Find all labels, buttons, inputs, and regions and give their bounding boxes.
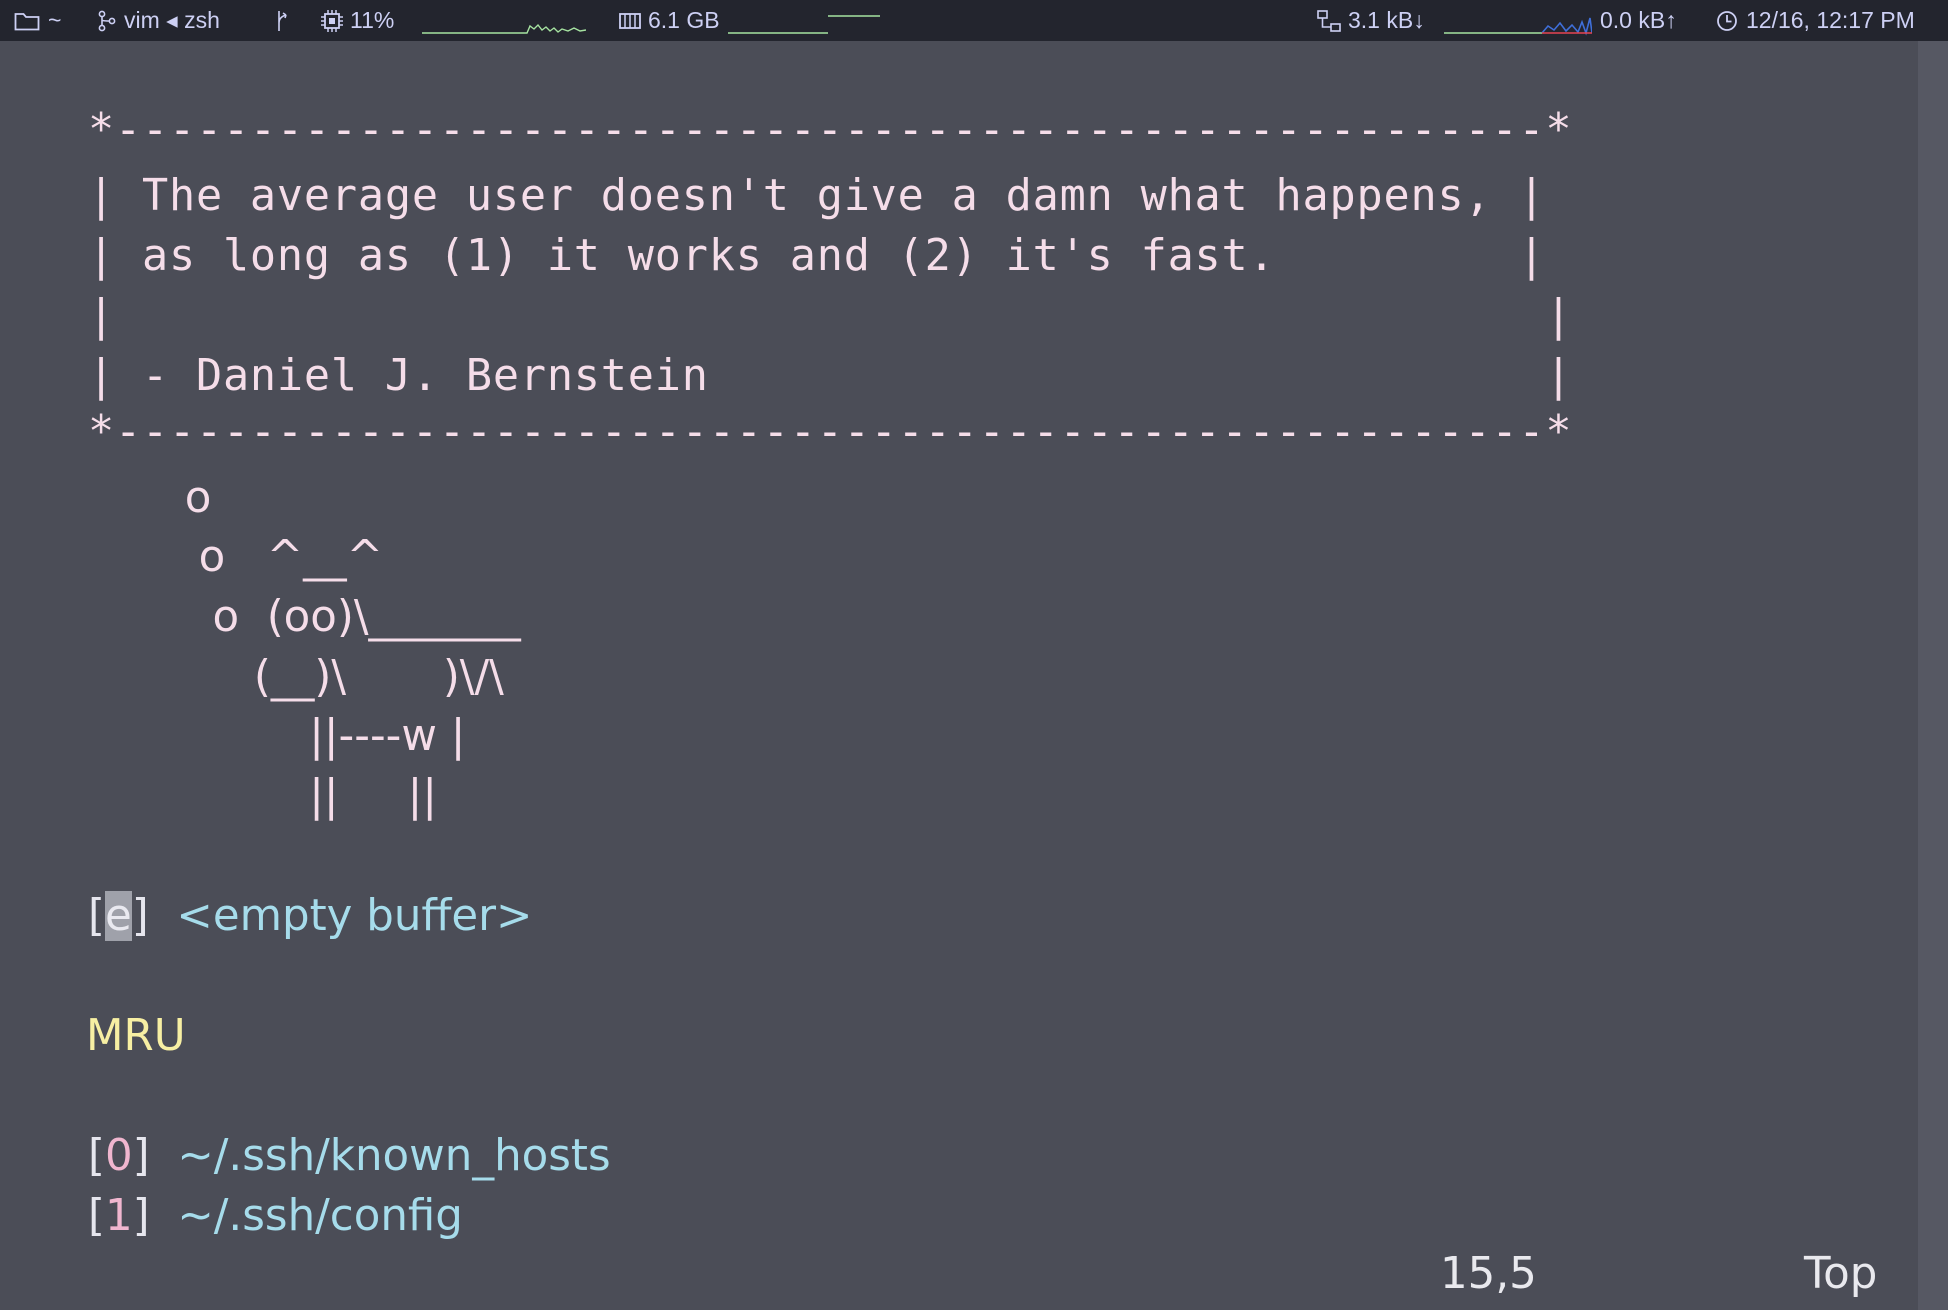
cpu-chip-icon	[320, 9, 344, 33]
cow-art-line: o ^__^	[88, 532, 384, 582]
status-bar: ~ vim ◂ zsh 11% 6.1 GB 3.1 kB↓ 0.0 kB↑ 1…	[0, 0, 1948, 41]
cow-art-line: || ||	[88, 771, 437, 821]
mru-dir: ~/.ssh/	[177, 1191, 330, 1241]
cwd-segment[interactable]: ~	[14, 0, 61, 41]
cpu-segment[interactable]: 11%	[320, 0, 394, 41]
folder-icon	[14, 11, 40, 31]
bracket: ]	[132, 1131, 150, 1181]
fortune-border-bottom: *---------------------------------------…	[88, 407, 1573, 457]
fortune-attribution: | - Daniel J. Bernstein |	[88, 351, 1573, 401]
cow-art-line: ||----w |	[88, 711, 466, 761]
network-up-segment[interactable]: 0.0 kB↑	[1600, 0, 1677, 41]
bracket: ]	[132, 1191, 150, 1241]
scroll-position: Top	[1804, 1249, 1878, 1299]
mru-dir: ~/.ssh/	[177, 1131, 330, 1181]
network-down-segment[interactable]: 3.1 kB↓	[1316, 0, 1425, 41]
fortune-border-top: *---------------------------------------…	[88, 105, 1573, 155]
cow-art-line: o	[88, 473, 212, 523]
bracket: ]	[131, 891, 149, 941]
mru-key[interactable]: 1	[105, 1191, 133, 1241]
empty-buffer-label: <empty buffer>	[176, 891, 533, 941]
mru-key[interactable]: 0	[105, 1131, 133, 1181]
git-fork-icon	[274, 0, 290, 41]
net-up-value: 0.0 kB↑	[1600, 7, 1677, 33]
net-down-value: 3.1 kB↓	[1348, 7, 1425, 33]
cpu-sparkline	[422, 23, 586, 34]
scrollbar[interactable]	[1918, 41, 1948, 1310]
git-branch-icon	[98, 10, 116, 32]
network-sparkline	[1444, 17, 1592, 36]
cursor-key[interactable]: e	[104, 891, 132, 941]
cpu-value: 11%	[350, 7, 395, 33]
network-icon	[1316, 9, 1342, 33]
memory-sparkline	[728, 15, 880, 34]
bracket: [	[88, 891, 105, 941]
cursor-position: 15,5	[1440, 1249, 1537, 1299]
mru-file: config	[329, 1191, 463, 1241]
memory-segment[interactable]: 6.1 GB	[618, 0, 720, 41]
bracket: [	[88, 1191, 105, 1241]
fortune-line: | The average user doesn't give a damn w…	[88, 171, 1546, 221]
cwd-label: ~	[48, 7, 62, 33]
bracket: [	[88, 1131, 105, 1181]
memory-icon	[618, 11, 642, 31]
cow-art-line: (__)\ )\/\	[88, 652, 504, 702]
process-segment[interactable]: vim ◂ zsh	[98, 0, 220, 41]
mru-heading: MRU	[86, 1011, 186, 1061]
cow-art-line: o (oo)\_______	[88, 592, 521, 642]
memory-value: 6.1 GB	[648, 7, 720, 33]
fortune-line: | as long as (1) it works and (2) it's f…	[88, 231, 1546, 281]
clock-segment[interactable]: 12/16, 12:17 PM	[1716, 0, 1915, 41]
clock-icon	[1716, 10, 1738, 32]
datetime-value: 12/16, 12:17 PM	[1746, 7, 1915, 33]
mru-file: known_hosts	[329, 1131, 611, 1181]
mru-item[interactable]: [0] ~/.ssh/known_hosts	[88, 1126, 611, 1186]
mru-item[interactable]: [1] ~/.ssh/config	[88, 1186, 463, 1246]
process-label: vim ◂ zsh	[124, 7, 220, 33]
empty-buffer-entry[interactable]: [e] <empty buffer>	[88, 886, 532, 946]
fortune-line: | |	[88, 291, 1573, 341]
